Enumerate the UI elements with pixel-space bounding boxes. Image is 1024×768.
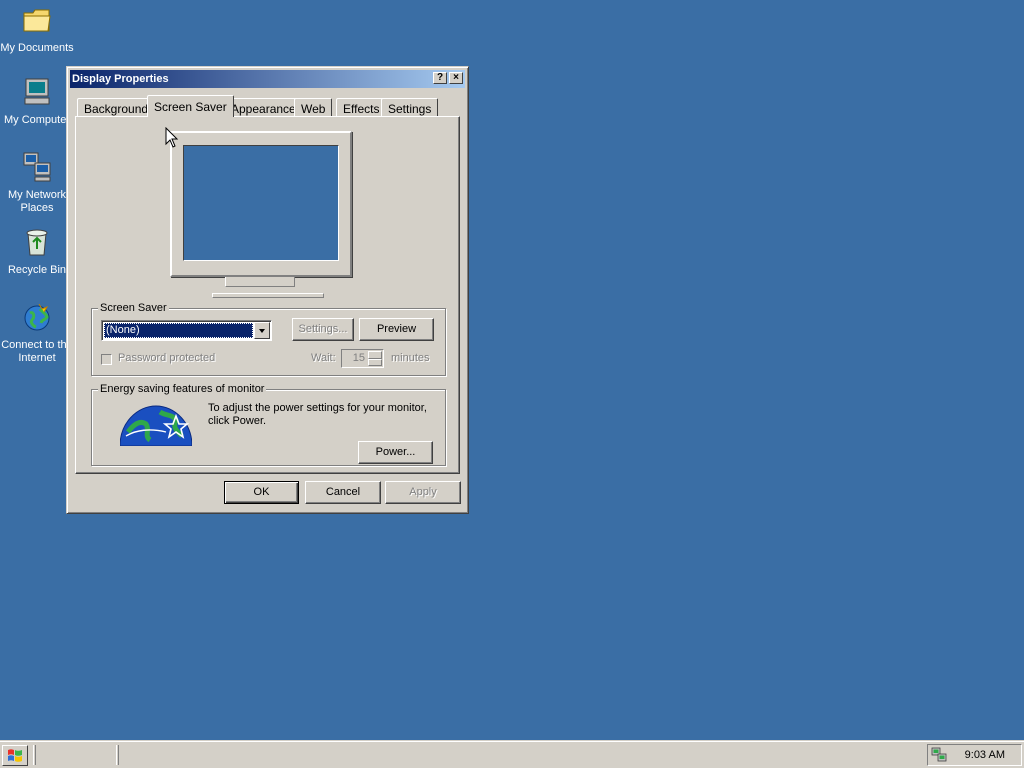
tab-web[interactable]: Web [294, 98, 333, 116]
quicklaunch-grip[interactable] [33, 745, 36, 765]
desktop-icon-label: My Computer [3, 114, 71, 126]
chevron-down-icon[interactable] [254, 322, 270, 339]
title-bar[interactable]: Display Properties ? × [70, 70, 465, 88]
ok-button[interactable]: OK [224, 481, 299, 504]
display-properties-window: Display Properties ? × Background Screen… [66, 66, 469, 514]
recycle-bin-icon [26, 229, 48, 256]
tab-effects[interactable]: Effects [336, 98, 387, 116]
energy-star-logo-icon [120, 405, 192, 446]
taskbar-grip[interactable] [116, 745, 119, 765]
desktop-icon-label: Recycle Bin [7, 264, 67, 276]
minutes-label: minutes [391, 352, 430, 364]
screen-saver-selected-value: (None) [104, 323, 253, 338]
tab-settings[interactable]: Settings [381, 98, 439, 116]
network-icon [23, 152, 51, 182]
monitor-stand-neck [225, 277, 295, 287]
screen-saver-select[interactable]: (None) [101, 320, 272, 341]
desktop-icon-connect-internet[interactable]: Connect to the Internet [0, 301, 74, 365]
start-button[interactable] [2, 745, 28, 766]
tab-screen-saver[interactable]: Screen Saver [147, 95, 234, 117]
apply-button[interactable]: Apply [385, 481, 461, 504]
tab-appearance[interactable]: Appearance [224, 98, 303, 116]
energy-description: To adjust the power settings for your mo… [208, 402, 427, 427]
desktop-icon-label: My Documents [0, 42, 74, 54]
energy-group-label: Energy saving features of monitor [98, 383, 267, 395]
wait-label: Wait: [311, 352, 336, 364]
cancel-button[interactable]: Cancel [305, 481, 381, 504]
desktop-icon-recycle-bin[interactable]: Recycle Bin [0, 226, 74, 277]
folder-icon [23, 9, 51, 32]
taskbar: 9:03 AM [0, 740, 1024, 768]
window-title: Display Properties [72, 73, 169, 85]
desktop-icon-label: Connect to the Internet [1, 339, 73, 364]
desktop-icon-network-places[interactable]: My Network Places [0, 151, 74, 215]
windows-logo-icon [8, 749, 22, 762]
tab-background[interactable]: Background [77, 98, 156, 116]
screen-saver-group: Screen Saver (None) Settings... Preview … [91, 302, 446, 376]
energy-saving-group: Energy saving features of monitor To adj… [91, 383, 446, 466]
close-button[interactable]: × [449, 72, 463, 84]
wait-minutes-stepper[interactable]: 15 [341, 349, 384, 368]
internet-globe-icon [24, 303, 50, 331]
mouse-cursor-icon [165, 127, 179, 148]
stepper-arrows-icon[interactable] [368, 351, 382, 366]
wait-value: 15 [352, 352, 365, 364]
desktop-icon-my-documents[interactable]: My Documents [0, 4, 74, 55]
network-tray-icon[interactable] [931, 747, 947, 763]
password-protected-checkbox[interactable] [101, 354, 112, 365]
monitor-stand-base [212, 293, 324, 298]
password-protected-label: Password protected [118, 352, 216, 364]
settings-button[interactable]: Settings... [292, 318, 354, 341]
preview-button[interactable]: Preview [359, 318, 434, 341]
screen-saver-group-label: Screen Saver [98, 302, 169, 314]
power-button[interactable]: Power... [358, 441, 433, 464]
help-button[interactable]: ? [433, 72, 447, 84]
desktop-icon-my-computer[interactable]: My Computer [0, 76, 74, 127]
desktop-icon-label: My Network Places [7, 189, 67, 214]
taskbar-clock[interactable]: 9:03 AM [965, 749, 1005, 761]
computer-icon [24, 78, 50, 105]
system-tray: 9:03 AM [927, 744, 1022, 766]
monitor-preview [170, 131, 352, 287]
monitor-preview-screen [183, 145, 339, 261]
